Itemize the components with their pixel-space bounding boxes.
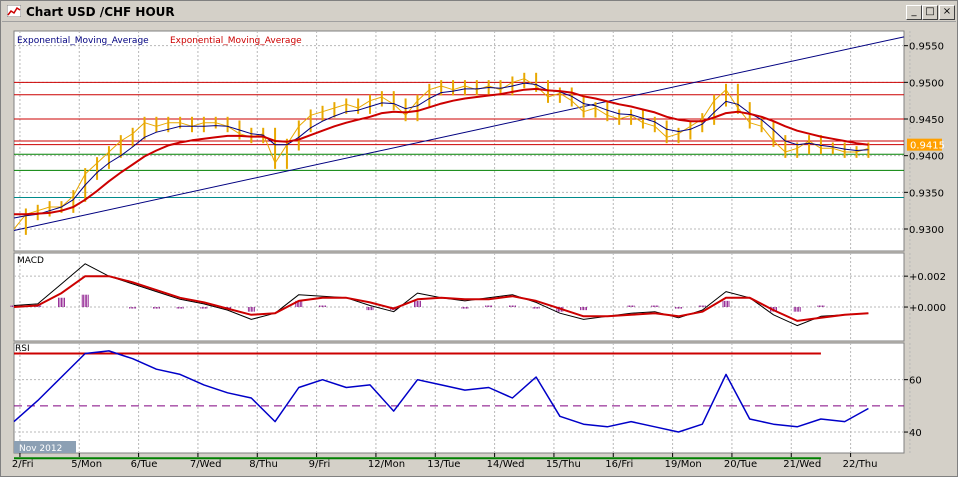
- x-tick-label: 5/Mon: [71, 459, 102, 470]
- x-tick-label: 8/Thu: [249, 459, 278, 470]
- legend-ema-slow: Exponential_Moving_Average: [170, 36, 302, 46]
- x-tick-label: 6/Tue: [131, 459, 158, 470]
- x-tick-label: 22/Thu: [843, 459, 878, 470]
- x-tick-label: 14/Wed: [487, 459, 525, 470]
- chart-app-icon: [7, 5, 21, 17]
- title-bar[interactable]: Chart USD /CHF HOUR _ □ ×: [2, 2, 956, 22]
- price-y-tick-label: 0.9400: [909, 152, 944, 163]
- price-y-tick-label: 0.9450: [909, 115, 944, 126]
- close-button[interactable]: ×: [939, 5, 955, 20]
- x-tick-label: 9/Fri: [309, 459, 331, 470]
- x-tick-label: 2/Fri: [12, 459, 34, 470]
- x-tick-label: 16/Fri: [605, 459, 633, 470]
- macd-panel-bg: [13, 252, 905, 342]
- window-title: Chart USD /CHF HOUR: [26, 5, 175, 19]
- x-tick-label: 13/Tue: [427, 459, 460, 470]
- macd-y-tick-label: +0.002: [909, 272, 946, 283]
- minimize-icon: _: [911, 6, 917, 17]
- maximize-icon: □: [925, 6, 935, 17]
- rsi-y-tick-label: 60: [909, 376, 922, 387]
- x-tick-label: 12/Mon: [368, 459, 405, 470]
- close-icon: ×: [942, 6, 952, 17]
- price-y-tick-label: 0.9550: [909, 42, 944, 53]
- macd-panel-title: MACD: [17, 256, 44, 266]
- price-y-tick-label: 0.9500: [909, 78, 944, 89]
- rsi-y-tick-label: 40: [909, 428, 922, 439]
- price-y-tick-label: 0.9350: [909, 188, 944, 199]
- chart-window: Chart USD /CHF HOUR _ □ × 2/Fri 5/Mon 6/Tu…: [0, 0, 958, 477]
- minimize-button[interactable]: _: [906, 5, 922, 20]
- rsi-panel-title: RSI: [15, 344, 30, 354]
- x-tick-label: 20/Tue: [724, 459, 757, 470]
- legend-ema-fast: Exponential_Moving_Average: [17, 36, 149, 46]
- maximize-button[interactable]: □: [922, 5, 938, 20]
- x-tick-label: 19/Mon: [665, 459, 702, 470]
- x-tick-label: 21/Wed: [783, 459, 821, 470]
- x-tick-label: 15/Thu: [546, 459, 581, 470]
- last-price-label: 0.9415: [910, 141, 945, 152]
- rsi-panel-bg: [13, 342, 905, 454]
- date-label: Nov 2012: [19, 444, 62, 454]
- x-tick-label: 7/Wed: [190, 459, 222, 470]
- chart-area: 2/Fri 5/Mon 6/Tue 7/Wed 8/Thu 9/Fri 12/Mon 13/T…: [10, 30, 946, 470]
- price-y-tick-label: 0.9300: [909, 225, 944, 236]
- macd-y-tick-label: +0.000: [909, 303, 946, 314]
